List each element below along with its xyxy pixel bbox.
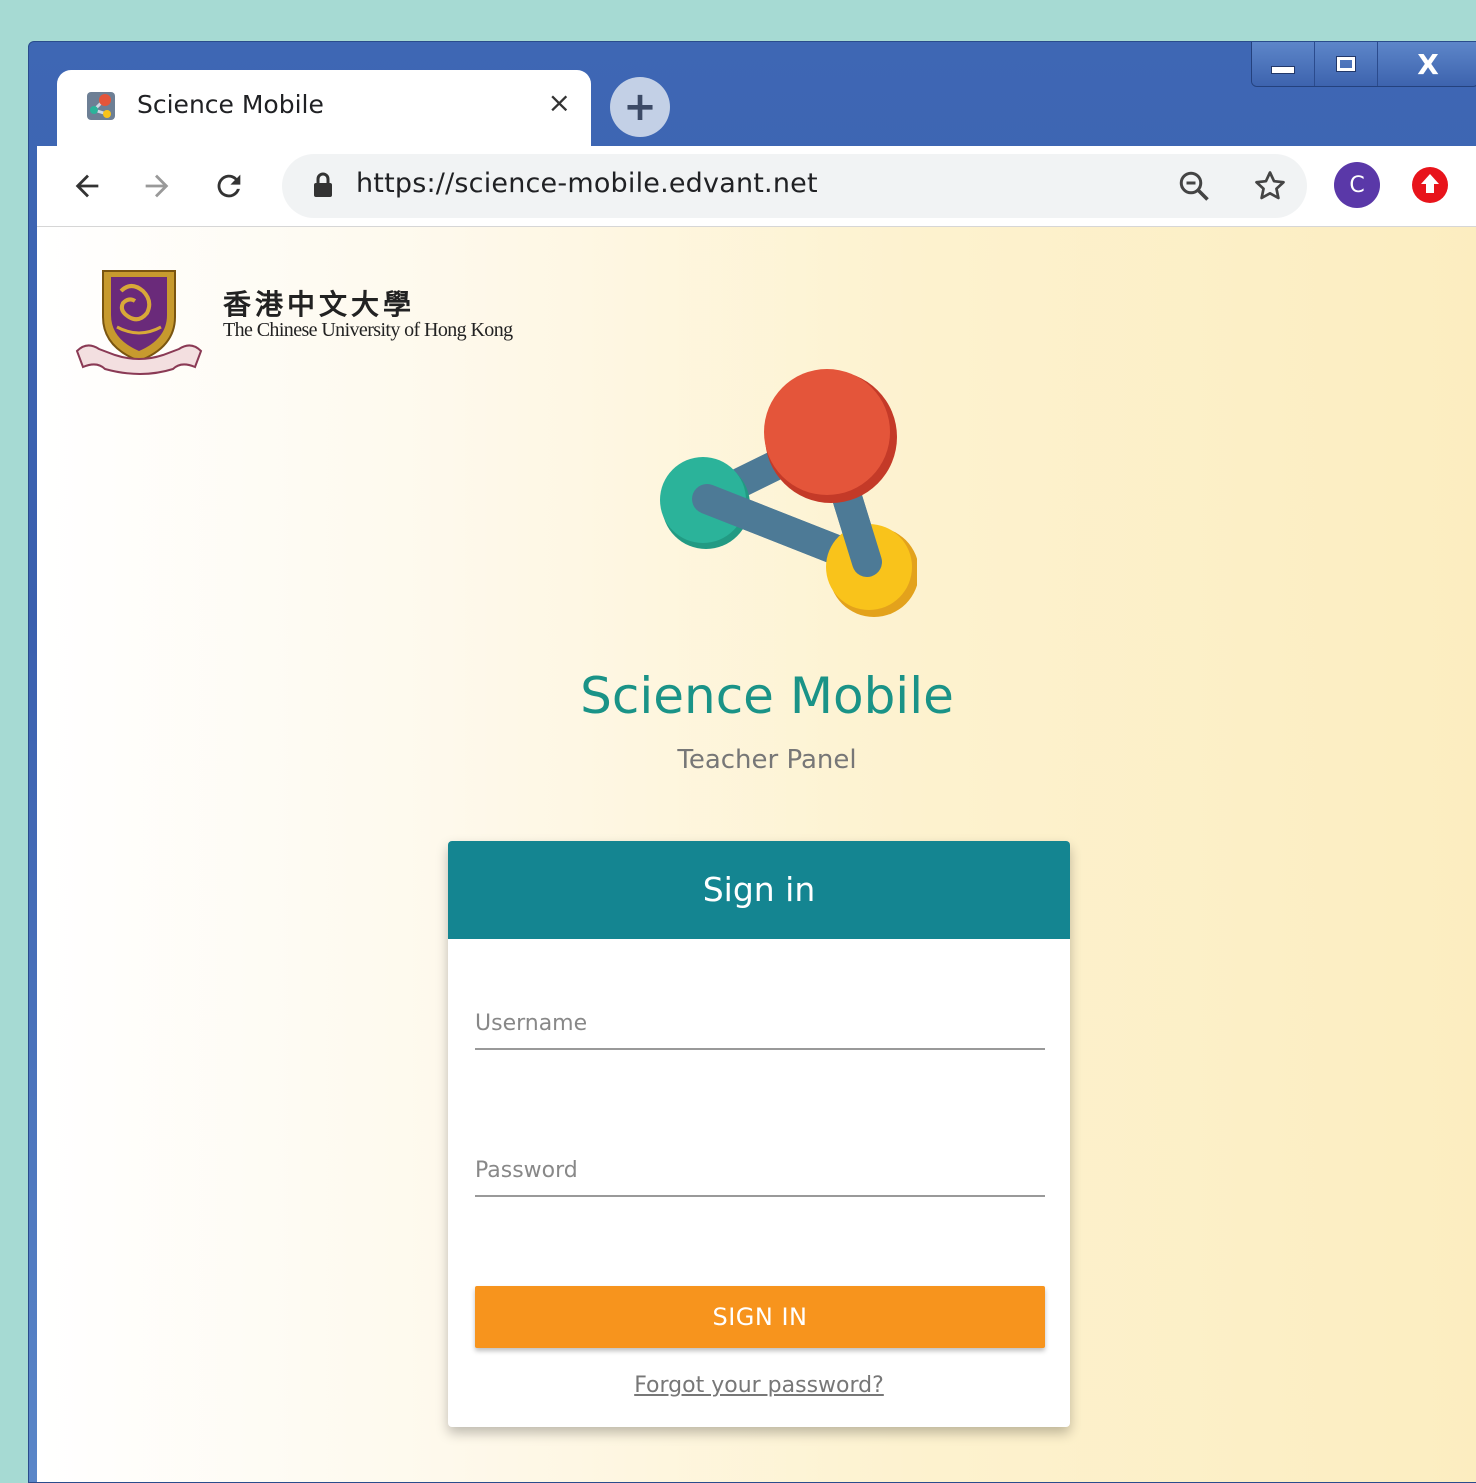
- username-input[interactable]: [475, 1011, 1045, 1048]
- lock-icon: [314, 172, 332, 197]
- forgot-password-link[interactable]: Forgot your password?: [448, 1373, 1070, 1398]
- password-field: [475, 1158, 1045, 1197]
- sign-in-button[interactable]: SIGN IN: [475, 1286, 1045, 1348]
- window-controls: X: [1251, 42, 1476, 87]
- forward-button[interactable]: [135, 164, 179, 208]
- science-mobile-favicon: [87, 92, 115, 120]
- maximize-icon: [1336, 56, 1356, 72]
- minimize-icon: [1271, 66, 1295, 74]
- zoom-out-icon[interactable]: [1176, 168, 1212, 204]
- maximize-button[interactable]: [1315, 42, 1378, 86]
- new-tab-button[interactable]: +: [610, 77, 670, 137]
- star-icon[interactable]: [1252, 168, 1288, 204]
- minimize-button[interactable]: [1252, 42, 1315, 86]
- profile-avatar[interactable]: C: [1334, 162, 1380, 208]
- url-text[interactable]: https://science-mobile.edvant.net: [356, 168, 818, 199]
- science-mobile-logo: [660, 369, 917, 617]
- login-card: Sign in SIGN IN Forgot your password?: [448, 841, 1070, 1427]
- extension-icon: [1412, 167, 1448, 203]
- password-input[interactable]: [475, 1158, 1045, 1195]
- username-field: [475, 1011, 1045, 1050]
- address-bar[interactable]: https://science-mobile.edvant.net: [282, 154, 1307, 218]
- back-icon: [75, 174, 99, 198]
- browser-window: X Science Mobile × + https://science-mob…: [28, 41, 1476, 1483]
- extension-button[interactable]: [1407, 162, 1453, 208]
- app-subtitle: Teacher Panel: [677, 745, 857, 775]
- forward-icon: [145, 174, 169, 198]
- browser-tab[interactable]: Science Mobile ×: [57, 70, 591, 148]
- university-name-chinese: 香港中文大學: [223, 288, 416, 321]
- app-title: Science Mobile: [580, 667, 954, 725]
- title-bar: X Science Mobile × +: [29, 42, 1476, 148]
- back-button[interactable]: [65, 164, 109, 208]
- login-card-header: Sign in: [448, 841, 1070, 939]
- cuhk-crest-logo: [75, 270, 203, 375]
- close-window-button[interactable]: X: [1378, 42, 1476, 86]
- tab-close-icon[interactable]: ×: [548, 86, 571, 119]
- reload-button[interactable]: [207, 164, 251, 208]
- page-content: 香港中文大學 The Chinese University of Hong Ko…: [37, 227, 1476, 1482]
- university-name-english: The Chinese University of Hong Kong: [223, 319, 513, 341]
- browser-toolbar: https://science-mobile.edvant.net C: [37, 146, 1476, 227]
- reload-icon: [217, 174, 241, 198]
- tab-title: Science Mobile: [137, 90, 324, 119]
